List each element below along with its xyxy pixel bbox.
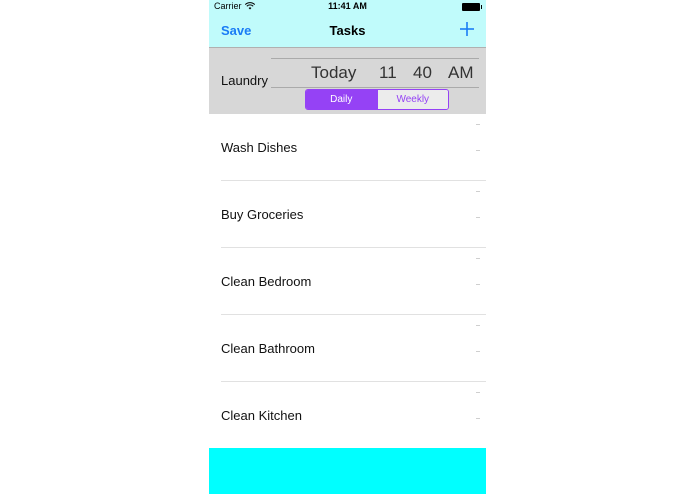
segment-daily[interactable]: Daily — [306, 90, 377, 109]
status-time: 11:41 AM — [328, 1, 367, 11]
task-row[interactable]: Clean Bathroom — [221, 315, 486, 382]
task-name: Wash Dishes — [221, 140, 298, 155]
picker-hour[interactable]: 11 — [379, 63, 397, 83]
plus-icon[interactable] — [458, 18, 476, 40]
row-handle-mark — [476, 217, 480, 218]
task-name: Clean Kitchen — [221, 408, 302, 423]
app-screen: Carrier 11:41 AM Save Tasks Laundry Toda… — [209, 0, 486, 494]
row-handle-mark — [476, 392, 480, 393]
row-handle-mark — [476, 191, 480, 192]
time-picker[interactable]: Today 11 40 AM — [271, 58, 479, 88]
task-name: Clean Bedroom — [221, 274, 312, 289]
task-list: Wash Dishes Buy Groceries Clean Bedroom … — [209, 114, 486, 448]
task-editor: Laundry Today 11 40 AM Daily Weekly — [209, 48, 486, 114]
row-handle-mark — [476, 418, 480, 419]
row-handle-mark — [476, 258, 480, 259]
battery-icon — [462, 3, 482, 11]
frequency-segmented-control[interactable]: Daily Weekly — [305, 89, 449, 110]
picker-minute[interactable]: 40 — [413, 63, 432, 83]
row-handle-mark — [476, 325, 480, 326]
bottom-bar — [209, 448, 486, 494]
task-row[interactable]: Buy Groceries — [221, 181, 486, 248]
row-handle-mark — [476, 150, 480, 151]
editing-task-name: Laundry — [221, 73, 268, 88]
status-bar: Carrier 11:41 AM — [209, 0, 486, 14]
picker-day[interactable]: Today — [311, 63, 356, 83]
row-handle-mark — [476, 351, 480, 352]
task-name: Buy Groceries — [221, 207, 304, 222]
row-handle-mark — [476, 124, 480, 125]
row-handle-mark — [476, 284, 480, 285]
task-row[interactable]: Clean Bedroom — [221, 248, 486, 315]
segment-weekly[interactable]: Weekly — [376, 90, 448, 109]
navigation-bar: Save Tasks — [209, 14, 486, 48]
task-name: Clean Bathroom — [221, 341, 315, 356]
picker-ampm[interactable]: AM — [448, 63, 474, 83]
task-row[interactable]: Clean Kitchen — [221, 382, 486, 448]
page-title: Tasks — [329, 23, 366, 38]
task-row[interactable]: Wash Dishes — [221, 114, 486, 181]
